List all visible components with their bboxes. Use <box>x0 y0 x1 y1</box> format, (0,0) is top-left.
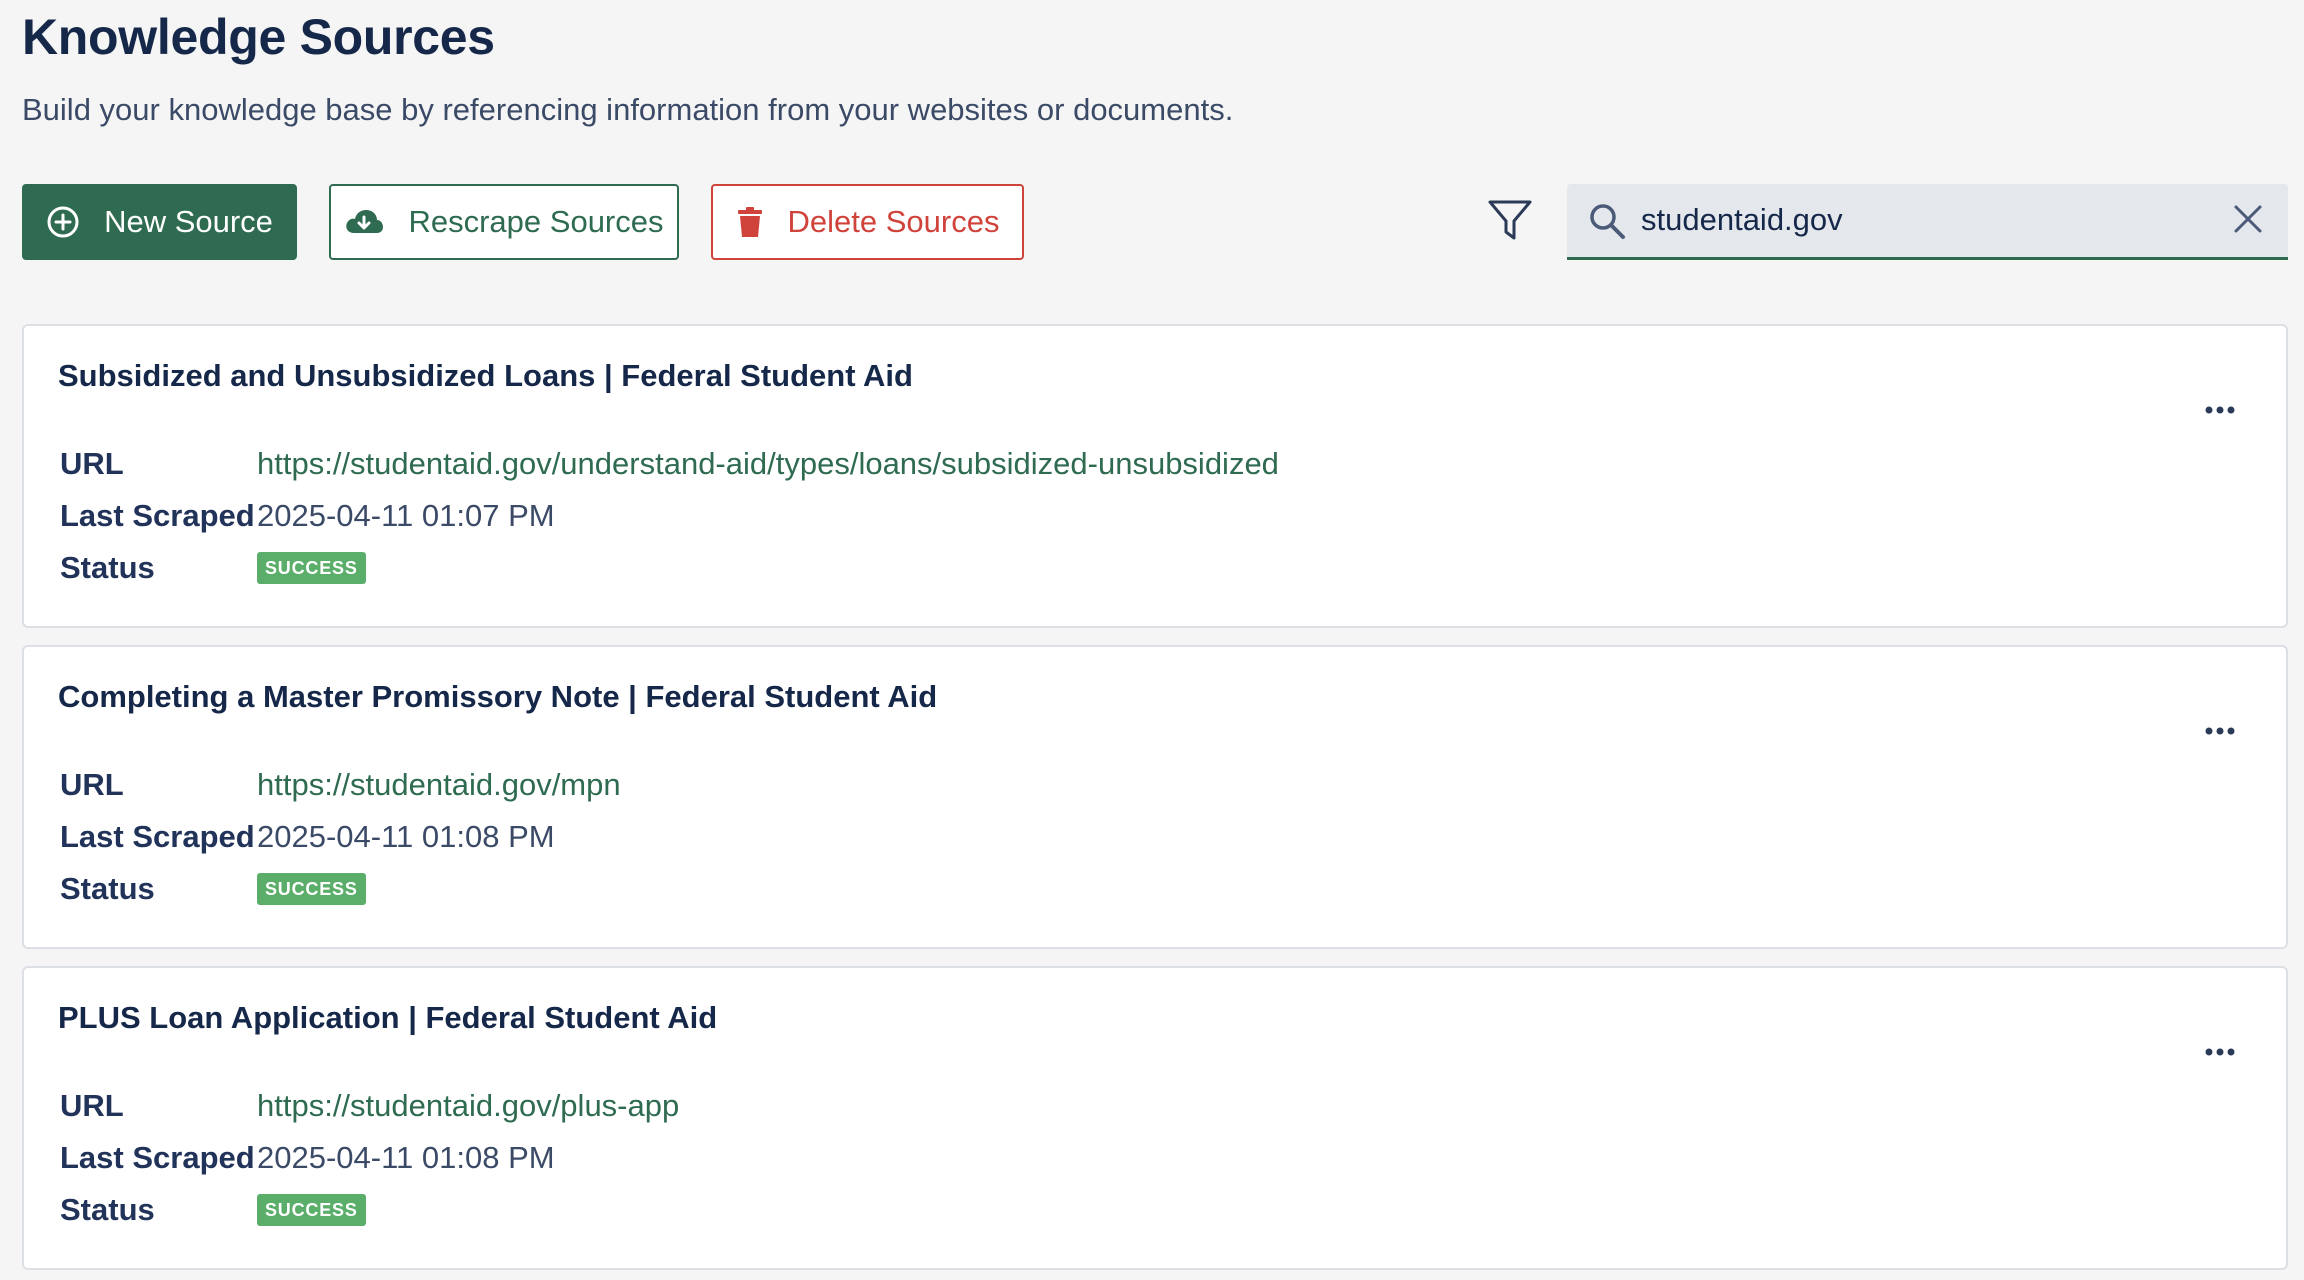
last-scraped-value: 2025-04-11 01:08 PM <box>257 819 555 854</box>
status-label: Status <box>60 550 155 585</box>
new-source-button[interactable]: New Source <box>22 184 297 260</box>
more-horizontal-icon <box>2205 722 2235 740</box>
source-url: https://studentaid.gov/understand-aid/ty… <box>257 446 1279 482</box>
last-scraped-value: 2025-04-11 01:07 PM <box>257 498 555 533</box>
url-label: URL <box>60 767 124 802</box>
knowledge-sources-page: Knowledge Sources Build your knowledge b… <box>0 0 2304 1280</box>
search-input[interactable] <box>1641 192 2201 248</box>
last-scraped-label: Last Scraped <box>60 819 255 854</box>
filter-button[interactable] <box>1484 196 1536 248</box>
delete-sources-button[interactable]: Delete Sources <box>711 184 1024 260</box>
new-source-label: New Source <box>104 204 273 239</box>
last-scraped-value: 2025-04-11 01:08 PM <box>257 1140 555 1175</box>
search-icon <box>1587 201 1627 246</box>
cloud-download-icon <box>344 207 384 237</box>
source-title: Completing a Master Promissory Note | Fe… <box>58 679 938 714</box>
rescrape-sources-button[interactable]: Rescrape Sources <box>329 184 679 260</box>
source-url-link[interactable]: https://studentaid.gov/understand-aid/ty… <box>257 446 1279 481</box>
source-menu-button[interactable] <box>2196 717 2244 745</box>
page-title: Knowledge Sources <box>22 9 495 65</box>
source-list: Subsidized and Unsubsidized Loans | Fede… <box>22 324 2288 1280</box>
delete-sources-label: Delete Sources <box>787 204 1000 239</box>
more-horizontal-icon <box>2205 401 2235 419</box>
source-title: Subsidized and Unsubsidized Loans | Fede… <box>58 358 913 393</box>
trash-icon <box>736 206 764 238</box>
source-menu-button[interactable] <box>2196 1038 2244 1066</box>
plus-circle-icon <box>46 205 80 239</box>
rescrape-sources-label: Rescrape Sources <box>408 204 664 239</box>
toolbar: New Source Rescrape Sources Delete Sourc… <box>22 184 2288 260</box>
source-url-link[interactable]: https://studentaid.gov/mpn <box>257 767 621 802</box>
source-title: PLUS Loan Application | Federal Student … <box>58 1000 718 1035</box>
url-label: URL <box>60 446 124 481</box>
page-subtitle: Build your knowledge base by referencing… <box>22 92 1234 127</box>
close-icon <box>2233 204 2263 239</box>
more-horizontal-icon <box>2205 1043 2235 1061</box>
status-badge: SUCCESS <box>257 1194 366 1226</box>
source-url: https://studentaid.gov/mpn <box>257 767 621 803</box>
source-card: Subsidized and Unsubsidized Loans | Fede… <box>22 324 2288 628</box>
source-menu-button[interactable] <box>2196 396 2244 424</box>
status-badge: SUCCESS <box>257 552 366 584</box>
source-url: https://studentaid.gov/plus-app <box>257 1088 679 1124</box>
last-scraped-label: Last Scraped <box>60 1140 255 1175</box>
source-card: PLUS Loan Application | Federal Student … <box>22 966 2288 1270</box>
source-url-link[interactable]: https://studentaid.gov/plus-app <box>257 1088 679 1123</box>
source-card: Completing a Master Promissory Note | Fe… <box>22 645 2288 949</box>
search-box <box>1567 184 2288 260</box>
filter-icon <box>1487 198 1533 247</box>
status-badge: SUCCESS <box>257 873 366 905</box>
url-label: URL <box>60 1088 124 1123</box>
last-scraped-label: Last Scraped <box>60 498 255 533</box>
clear-search-button[interactable] <box>2230 203 2266 239</box>
status-label: Status <box>60 871 155 906</box>
status-label: Status <box>60 1192 155 1227</box>
